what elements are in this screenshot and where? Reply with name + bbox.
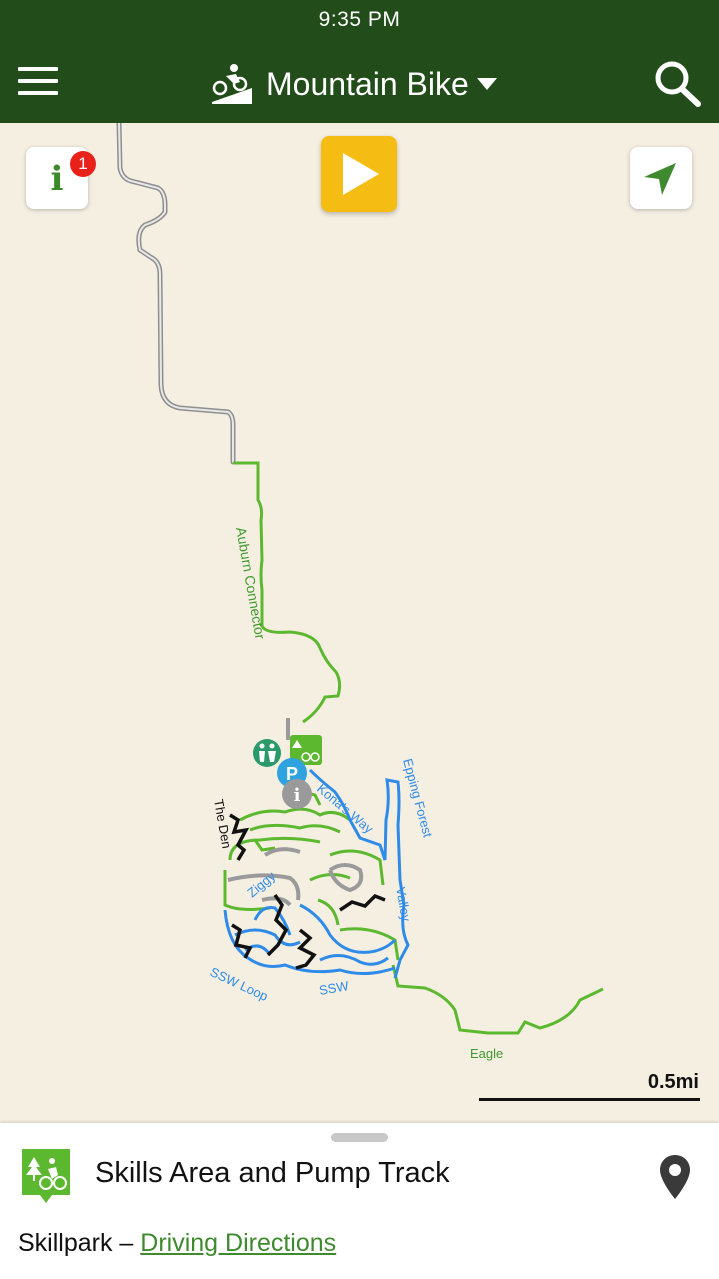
trail-map-canvas: P i Auburn Connector The Den Kona's Way … <box>116 123 604 1061</box>
scale-label: 0.5mi <box>647 1071 699 1093</box>
sheet-drag-handle[interactable] <box>331 1133 388 1142</box>
label-ssw-loop: SSW Loop <box>208 964 271 1004</box>
label-the-den: The Den <box>211 798 234 850</box>
place-name: Skills Area and Pump Track <box>95 1157 450 1189</box>
locate-me-button[interactable] <box>630 147 692 209</box>
restroom-icon <box>253 739 281 767</box>
label-auburn-connector: Auburn Connector <box>233 526 269 641</box>
page-title: Mountain Bike <box>266 65 469 102</box>
bottom-sheet[interactable]: Skills Area and Pump Track Skillpark – D… <box>0 1123 719 1279</box>
chevron-down-icon <box>476 78 497 90</box>
label-eagle: Eagle <box>470 1046 503 1061</box>
map-info-icon: i <box>282 779 312 809</box>
place-category: Skillpark <box>18 1229 113 1257</box>
top-nav-bar: Mountain Bike <box>0 40 719 123</box>
place-subtitle: Skillpark – Driving Directions <box>18 1229 336 1258</box>
record-play-button[interactable] <box>321 136 397 212</box>
location-arrow-icon <box>644 163 676 195</box>
trailhead-bike-icon <box>22 1149 70 1203</box>
status-time: 9:35 PM <box>318 8 401 31</box>
trail-eagle <box>391 964 604 1035</box>
subtitle-separator: – <box>112 1229 141 1257</box>
trail-map[interactable]: P i Auburn Connector The Den Kona's Way … <box>0 123 719 1123</box>
search-icon[interactable] <box>650 58 704 108</box>
activity-selector[interactable]: Mountain Bike <box>210 62 497 106</box>
play-icon <box>343 153 379 195</box>
svg-text:i: i <box>294 785 301 806</box>
scale-bar <box>479 1098 700 1101</box>
notification-badge: 1 <box>70 151 96 177</box>
status-bar: 9:35 PM <box>0 0 719 40</box>
label-ssw: SSW <box>318 978 350 998</box>
label-ziggy: Ziggy <box>244 868 278 900</box>
map-pin-icon[interactable] <box>659 1155 691 1199</box>
info-button[interactable]: i 1 <box>26 147 96 209</box>
label-konas-way: Kona's Way <box>314 781 376 837</box>
label-valley: Valley <box>393 886 414 923</box>
mountain-bike-icon <box>212 64 252 104</box>
hamburger-menu-icon[interactable] <box>18 67 58 95</box>
label-epping-forest: Epping Forest <box>400 757 436 839</box>
driving-directions-link[interactable]: Driving Directions <box>140 1229 336 1257</box>
